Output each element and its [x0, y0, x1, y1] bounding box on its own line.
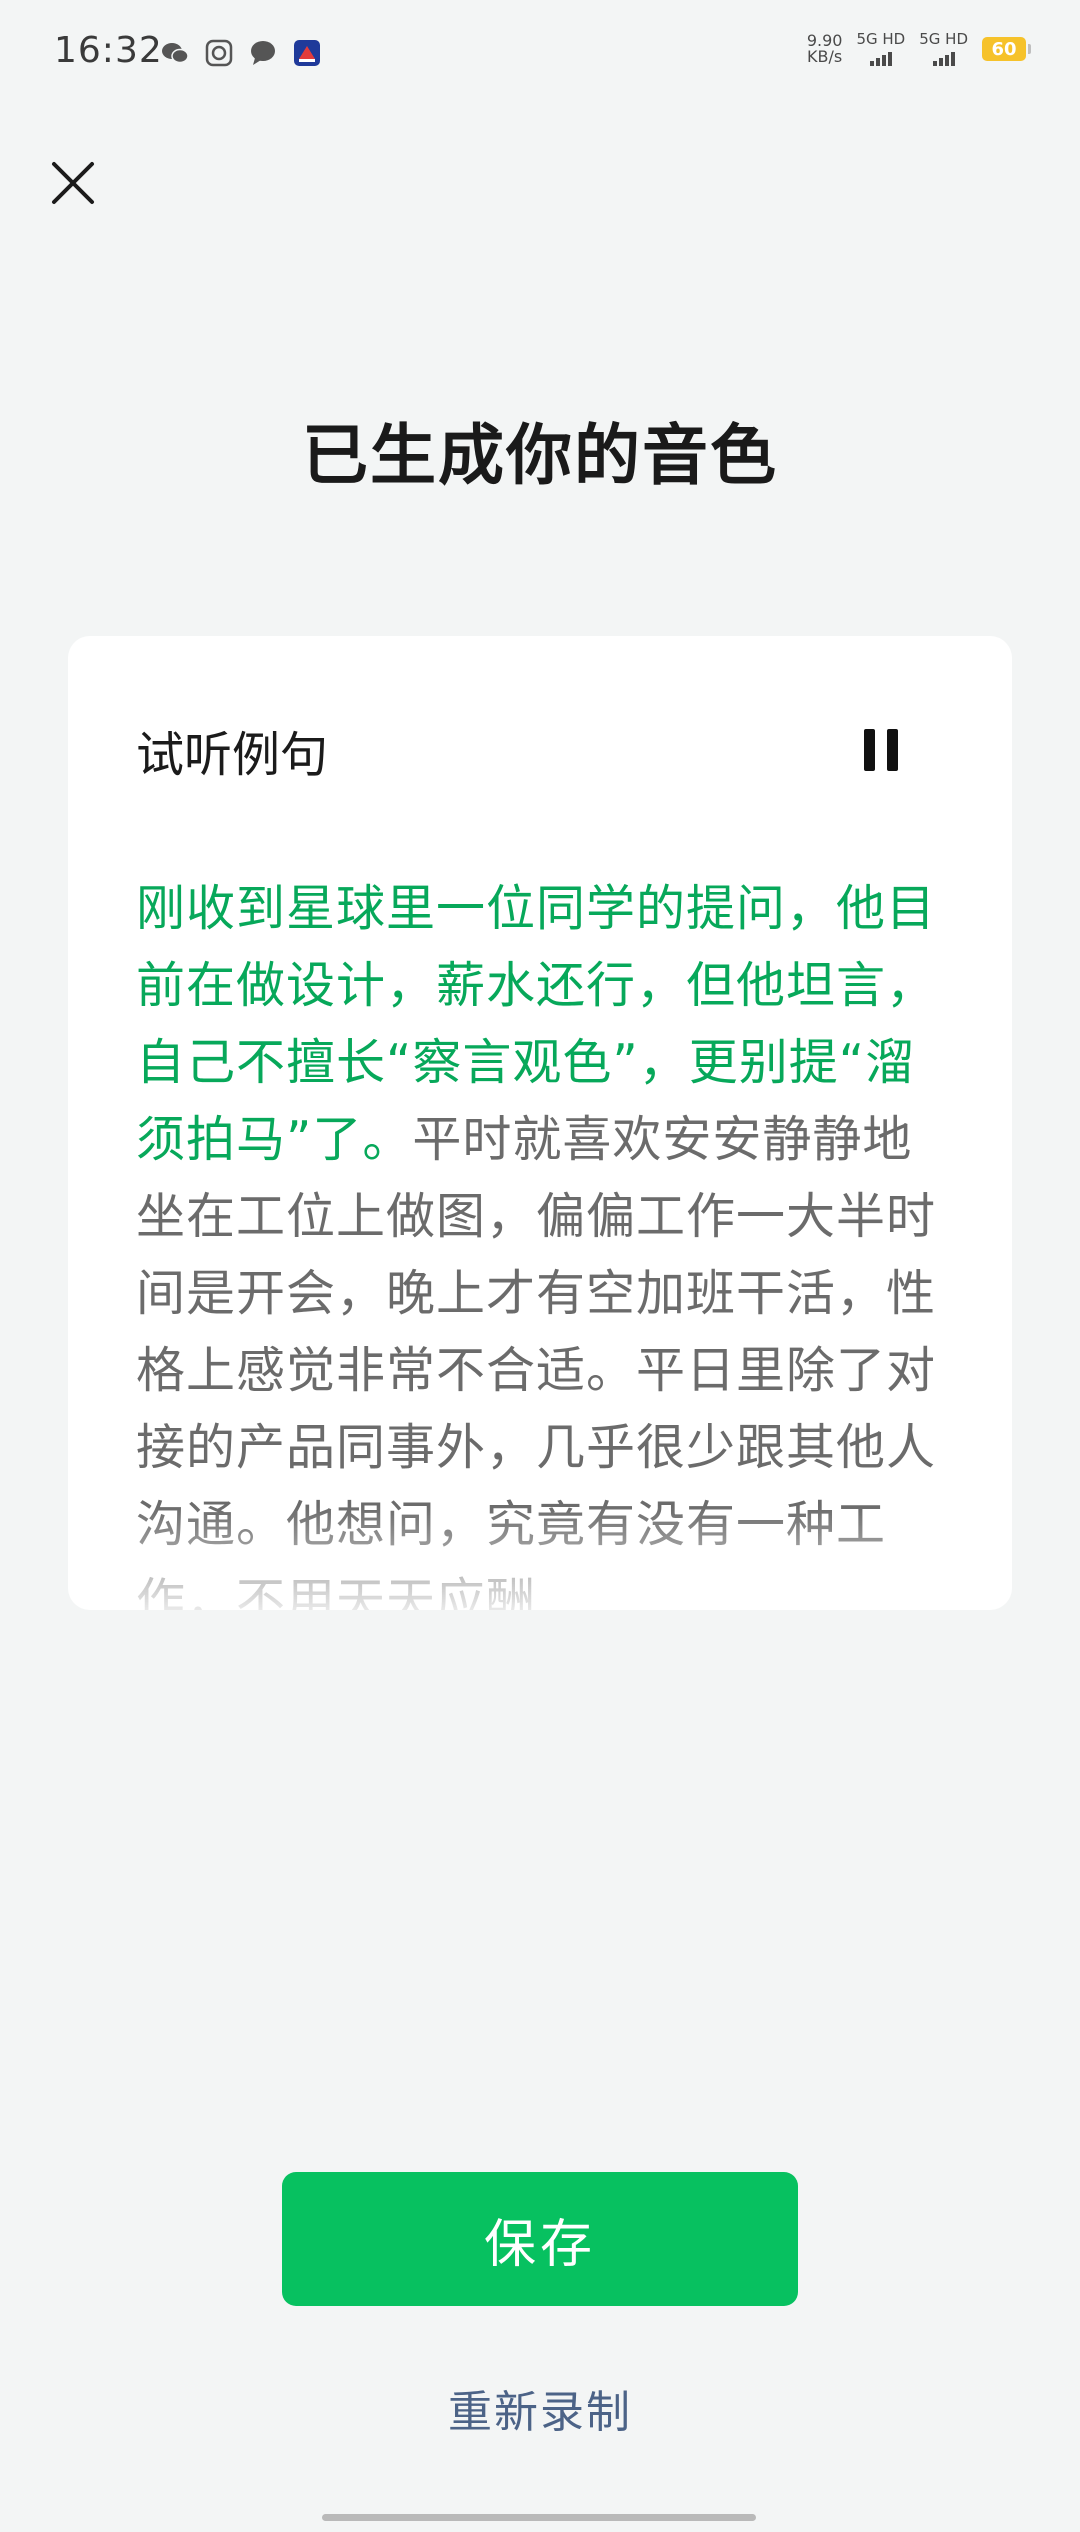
net-speed-unit: KB/s [807, 47, 843, 66]
sample-text: 刚收到星球里一位同学的提问，他目前在做设计，薪水还行，但他坦言，自己不擅长“察言… [136, 870, 946, 1610]
status-notification-icons [160, 38, 322, 68]
battery-icon: 60 [982, 37, 1031, 61]
sample-card-label: 试听例句 [136, 727, 329, 783]
sample-card-header: 试听例句 [136, 712, 916, 788]
save-button[interactable]: 保存 [282, 2172, 798, 2306]
camera-app-icon [204, 38, 234, 68]
app-badge-icon [292, 38, 322, 68]
status-right-cluster: 9.90 KB/s 5G HD 5G HD 60 [807, 32, 1031, 66]
page-title: 已生成你的音色 [302, 417, 778, 494]
status-bar: 16:32 9.90 KB/s 5G HD 5G HD 60 [0, 0, 1080, 110]
signal-bars-icon [919, 50, 968, 66]
chat-bubble-icon [248, 38, 278, 68]
sim2-signal: 5G HD [919, 32, 968, 66]
sim2-label: 5G HD [919, 30, 968, 48]
pause-button[interactable] [846, 715, 916, 785]
status-time: 16:32 [54, 30, 163, 71]
wechat-icon [160, 38, 190, 68]
close-button[interactable] [40, 150, 106, 216]
rerecord-link[interactable]: 重新录制 [0, 2376, 1080, 2440]
net-speed: 9.90 KB/s [807, 33, 843, 65]
sample-text-unplayed: 平时就喜欢安安静静地坐在工位上做图，偏偏工作一大半时间是开会，晚上才有空加班干活… [136, 1111, 937, 1610]
close-icon [52, 162, 94, 204]
signal-bars-icon [856, 50, 905, 66]
sim1-label: 5G HD [856, 30, 906, 48]
battery-level: 60 [991, 38, 1017, 60]
pause-icon [858, 729, 904, 771]
sim1-signal: 5G HD [856, 32, 905, 66]
home-indicator[interactable] [322, 2514, 756, 2521]
